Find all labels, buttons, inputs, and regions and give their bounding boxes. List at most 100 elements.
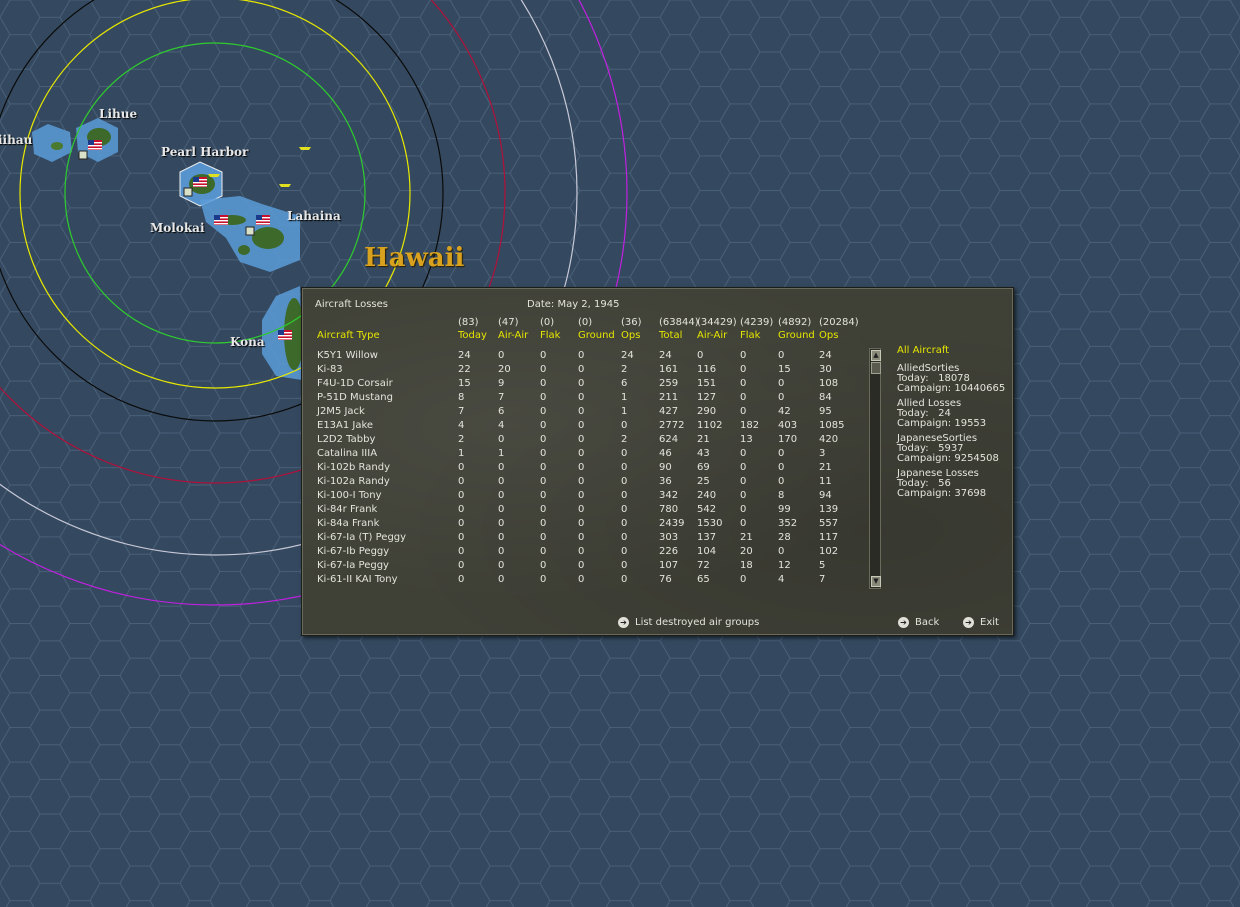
loss-value-cell: 0 [458, 560, 465, 571]
table-row[interactable]: Ki-102b Randy 0 0 0 0 0 90 69 0 0 21 [302, 461, 862, 475]
loss-value-cell: 95 [819, 406, 832, 417]
column-header[interactable]: Air-Air [697, 329, 727, 343]
table-row[interactable]: Ki-67-Ia (T) Peggy 0 0 0 0 0 303 137 21 28 117 [302, 531, 862, 545]
column-header[interactable]: Ops [819, 329, 838, 343]
loss-value-cell: 0 [540, 462, 547, 473]
column-header-aircraft-type[interactable]: Aircraft Type [317, 329, 380, 343]
place-label-niihau: iihau [0, 133, 33, 147]
scroll-up-button[interactable]: ▲ [871, 350, 881, 361]
loss-value-cell: 8 [458, 392, 465, 403]
table-row[interactable]: F4U-1D Corsair 15 9 0 0 6 259 151 0 0 108 [302, 377, 862, 391]
scroll-thumb[interactable] [871, 362, 881, 374]
loss-value-cell: 30 [819, 364, 832, 375]
us-flag-icon[interactable] [88, 140, 102, 150]
loss-value-cell: 13 [740, 434, 753, 445]
loss-value-cell: 1102 [697, 420, 723, 431]
place-label-lihue: Lihue [99, 107, 138, 121]
loss-value-cell: 22 [458, 364, 471, 375]
loss-value-cell: 0 [540, 518, 547, 529]
aircraft-type-cell: Ki-102b Randy [317, 462, 391, 473]
aircraft-type-cell: E13A1 Jake [317, 420, 374, 431]
loss-value-cell: 0 [498, 560, 505, 571]
loss-value-cell: 0 [458, 574, 465, 585]
table-row[interactable]: L2D2 Tabby 2 0 0 0 2 624 21 13 170 420 [302, 433, 862, 447]
loss-value-cell: 0 [540, 546, 547, 557]
table-row[interactable]: Ki-67-Ib Peggy 0 0 0 0 0 226 104 20 0 102 [302, 545, 862, 559]
aircraft-type-cell: Ki-83 [317, 364, 343, 375]
task-force-icon[interactable] [208, 174, 220, 177]
table-row[interactable]: Ki-84r Frank 0 0 0 0 0 780 542 0 99 139 [302, 503, 862, 517]
loss-value-cell: 0 [778, 476, 785, 487]
loss-value-cell: 0 [740, 490, 747, 501]
column-header[interactable]: Air-Air [498, 329, 528, 343]
back-button[interactable]: ➔ Back [898, 616, 939, 630]
loss-value-cell: 290 [697, 406, 717, 417]
task-force-icon[interactable] [279, 184, 291, 187]
table-row[interactable]: Ki-102a Randy 0 0 0 0 0 36 25 0 0 11 [302, 475, 862, 489]
arrow-right-icon: ➔ [618, 616, 629, 628]
column-header[interactable]: Flak [540, 329, 560, 343]
loss-value-cell: 0 [621, 490, 628, 501]
loss-value-cell: 24 [819, 350, 832, 361]
table-row[interactable]: Ki-100-I Tony 0 0 0 0 0 342 240 0 8 94 [302, 489, 862, 503]
exit-button[interactable]: ➔ Exit [963, 616, 999, 630]
loss-value-cell: 0 [578, 350, 585, 361]
table-row[interactable]: Ki-84a Frank 0 0 0 0 0 2439 1530 0 352 557 [302, 517, 862, 531]
table-row[interactable]: Catalina IIIA 1 1 0 0 0 46 43 0 0 3 [302, 447, 862, 461]
column-header[interactable]: Flak [740, 329, 760, 343]
aircraft-type-cell: Ki-84a Frank [317, 518, 380, 529]
loss-value-cell: 0 [778, 546, 785, 557]
loss-value-cell: 0 [578, 518, 585, 529]
loss-value-cell: 15 [458, 378, 471, 389]
table-row[interactable]: E13A1 Jake 4 4 0 0 0 2772 1102 182 403 1085 [302, 419, 862, 433]
place-label-pearl-harbor: Pearl Harbor [161, 145, 249, 159]
aircraft-filter-selector[interactable]: All Aircraft [897, 344, 949, 358]
aircraft-type-cell: Ki-67-Ia (T) Peggy [317, 532, 407, 543]
loss-value-cell: 0 [578, 406, 585, 417]
column-header[interactable]: Ground [778, 329, 815, 343]
loss-value-cell: 0 [740, 378, 747, 389]
loss-value-cell: 1 [458, 448, 465, 459]
loss-value-cell: 0 [578, 392, 585, 403]
aircraft-type-cell: P-51D Mustang [317, 392, 393, 403]
table-row[interactable]: Ki-67-Ia Peggy 0 0 0 0 0 107 72 18 12 5 [302, 559, 862, 573]
list-destroyed-air-groups-button[interactable]: ➔ List destroyed air groups [618, 616, 759, 630]
button-label: List destroyed air groups [635, 617, 760, 628]
loss-value-cell: 0 [740, 574, 747, 585]
loss-value-cell: 0 [740, 504, 747, 515]
airbase-icon[interactable] [78, 150, 88, 160]
column-header[interactable]: Today [458, 329, 487, 343]
loss-value-cell: 161 [659, 364, 679, 375]
us-flag-icon[interactable] [214, 215, 228, 225]
loss-value-cell: 0 [578, 546, 585, 557]
loss-value-cell: 1 [621, 392, 628, 403]
airbase-icon[interactable] [245, 226, 255, 236]
column-total: (47) [498, 317, 519, 328]
task-force-icon[interactable] [299, 147, 311, 150]
table-row[interactable]: Ki-61-II KAI Tony 0 0 0 0 0 76 65 0 4 7 [302, 573, 862, 587]
loss-value-cell: 36 [659, 476, 672, 487]
scroll-down-button[interactable]: ▼ [871, 576, 881, 587]
airbase-icon[interactable] [183, 187, 193, 197]
us-flag-icon[interactable] [193, 177, 207, 187]
loss-value-cell: 7 [819, 574, 826, 585]
table-row[interactable]: Ki-83 22 20 0 0 2 161 116 0 15 30 [302, 363, 862, 377]
loss-value-cell: 0 [458, 490, 465, 501]
column-header[interactable]: Ground [578, 329, 615, 343]
table-row[interactable]: K5Y1 Willow 24 0 0 0 24 24 0 0 0 24 [302, 349, 862, 363]
loss-value-cell: 0 [498, 504, 505, 515]
table-row[interactable]: P-51D Mustang 8 7 0 0 1 211 127 0 0 84 [302, 391, 862, 405]
loss-value-cell: 7 [458, 406, 465, 417]
loss-value-cell: 0 [578, 490, 585, 501]
column-header[interactable]: Ops [621, 329, 640, 343]
loss-value-cell: 0 [458, 476, 465, 487]
column-header[interactable]: Total [659, 329, 682, 343]
table-row[interactable]: J2M5 Jack 7 6 0 0 1 427 290 0 42 95 [302, 405, 862, 419]
loss-value-cell: 24 [659, 350, 672, 361]
loss-value-cell: 0 [540, 504, 547, 515]
loss-value-cell: 107 [659, 560, 679, 571]
us-flag-icon[interactable] [278, 330, 292, 340]
us-flag-icon[interactable] [256, 215, 270, 225]
table-scrollbar[interactable]: ▲ ▼ [869, 348, 881, 589]
aircraft-type-cell: Catalina IIIA [317, 448, 378, 459]
